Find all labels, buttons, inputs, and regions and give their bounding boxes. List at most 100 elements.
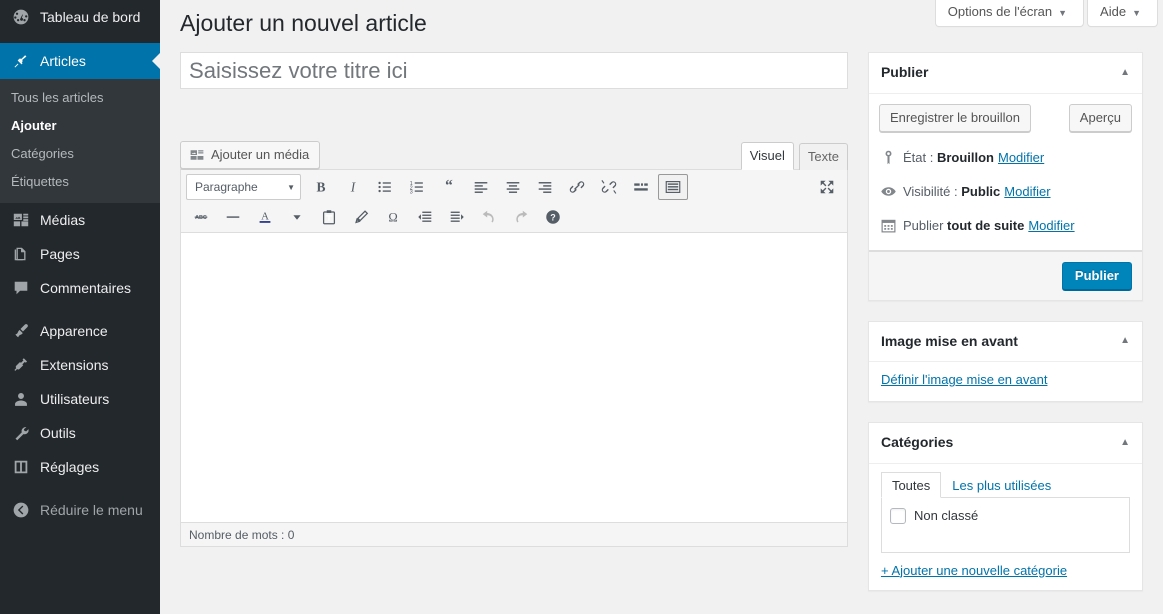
- align-center-icon[interactable]: [498, 174, 528, 200]
- post-title-input[interactable]: [180, 52, 848, 89]
- brush-icon: [11, 321, 31, 341]
- submenu-item-add-new[interactable]: Ajouter: [0, 112, 160, 140]
- blockquote-icon[interactable]: “: [434, 174, 464, 200]
- checkbox-icon[interactable]: [889, 507, 906, 524]
- align-left-icon[interactable]: [466, 174, 496, 200]
- clear-formatting-icon[interactable]: [346, 204, 376, 230]
- kitchen-sink-icon[interactable]: [658, 174, 688, 200]
- text-color-caret-icon[interactable]: [282, 204, 312, 230]
- sidebar-item-plugins[interactable]: Extensions: [0, 348, 160, 382]
- word-count-status: Nombre de mots : 0: [181, 522, 847, 546]
- post-body-content: Ajouter un média Visuel Texte: [180, 52, 848, 547]
- bold-icon[interactable]: B: [306, 174, 336, 200]
- sidebar-item-appearance[interactable]: Apparence: [0, 314, 160, 348]
- comment-icon: [11, 278, 31, 298]
- fullscreen-icon[interactable]: [812, 174, 842, 200]
- chevron-up-icon[interactable]: ▲: [1120, 66, 1130, 80]
- settings-icon: [11, 457, 31, 477]
- tab-text[interactable]: Texte: [798, 143, 848, 170]
- add-new-category-link[interactable]: + Ajouter une nouvelle catégorie: [881, 563, 1067, 578]
- strikethrough-icon[interactable]: ABC: [186, 204, 216, 230]
- submenu-item-categories[interactable]: Catégories: [0, 140, 160, 168]
- help-button[interactable]: Aide ▼: [1087, 0, 1158, 27]
- italic-icon[interactable]: I: [338, 174, 368, 200]
- sidebar-item-label: Utilisateurs: [40, 391, 110, 407]
- calendar-icon: [879, 216, 899, 236]
- post-status-icon: [879, 148, 899, 168]
- edit-visibility-link[interactable]: Modifier: [1004, 183, 1050, 201]
- indent-icon[interactable]: [442, 204, 472, 230]
- screen-options-label: Options de l'écran: [947, 4, 1053, 19]
- editor-container: Paragraphe ▼ B I 1 2 3 “ ABC A Ω ? Nombr…: [180, 169, 848, 547]
- sidebar-item-settings[interactable]: Réglages: [0, 450, 160, 484]
- editor-content-area[interactable]: [181, 233, 847, 522]
- misc-publishing-actions: État : Brouillon Modifier Visibilité : P…: [879, 142, 1132, 250]
- sidebar-item-collapse[interactable]: Réduire le menu: [0, 493, 160, 527]
- horizontal-rule-icon[interactable]: [218, 204, 248, 230]
- edit-status-link[interactable]: Modifier: [998, 149, 1044, 167]
- set-featured-image-link[interactable]: Définir l'image mise en avant: [881, 372, 1048, 387]
- numbered-list-icon[interactable]: 123: [402, 174, 432, 200]
- publish-box-header[interactable]: Publier ▲: [868, 53, 1142, 94]
- format-select[interactable]: Paragraphe ▼: [186, 174, 301, 200]
- editor-mode-tabs: Visuel Texte: [736, 142, 848, 170]
- link-icon[interactable]: [562, 174, 592, 200]
- edit-schedule-link[interactable]: Modifier: [1028, 217, 1074, 235]
- sidebar-item-dashboard[interactable]: Tableau de bord: [0, 0, 160, 34]
- undo-icon[interactable]: [474, 204, 504, 230]
- svg-text:B: B: [316, 180, 325, 195]
- svg-text:?: ?: [550, 213, 556, 223]
- minor-publishing-actions: Enregistrer le brouillon Aperçu: [878, 103, 1132, 142]
- sidebar-item-pages[interactable]: Pages: [0, 237, 160, 271]
- post-status-row: État : Brouillon Modifier: [879, 142, 1132, 176]
- publish-button[interactable]: Publier: [1061, 261, 1132, 290]
- tab-all-categories[interactable]: Toutes: [880, 471, 942, 498]
- category-item-uncategorized[interactable]: Non classé: [889, 507, 1121, 524]
- add-media-button[interactable]: Ajouter un média: [180, 141, 321, 169]
- post-editor-layout: Ajouter un média Visuel Texte: [180, 52, 1143, 611]
- sidebar-item-tools[interactable]: Outils: [0, 416, 160, 450]
- align-right-icon[interactable]: [530, 174, 560, 200]
- categories-tabs: Toutes Les plus utilisées: [880, 471, 1130, 498]
- sidebar-item-label: Réduire le menu: [40, 502, 143, 518]
- sidebar-item-comments[interactable]: Commentaires: [0, 271, 160, 305]
- sidebar-item-posts[interactable]: Articles: [0, 43, 160, 79]
- categories-box-header[interactable]: Catégories ▲: [868, 423, 1142, 464]
- unlink-icon[interactable]: [594, 174, 624, 200]
- tab-most-used-categories[interactable]: Les plus utilisées: [941, 472, 1062, 498]
- text-color-icon[interactable]: A: [250, 204, 280, 230]
- chevron-up-icon[interactable]: ▲: [1120, 436, 1130, 450]
- read-more-icon[interactable]: [626, 174, 656, 200]
- preview-button[interactable]: Aperçu: [1068, 103, 1132, 132]
- format-select-value: Paragraphe: [195, 180, 258, 194]
- outdent-icon[interactable]: [410, 204, 440, 230]
- redo-icon[interactable]: [506, 204, 536, 230]
- minor-publishing: Enregistrer le brouillon Aperçu État : B…: [868, 94, 1142, 251]
- editor-wrap: Ajouter un média Visuel Texte Paragraphe…: [180, 135, 848, 547]
- keyboard-shortcuts-icon[interactable]: ?: [538, 204, 568, 230]
- pages-icon: [11, 244, 31, 264]
- editor-toolbar-row-1: Paragraphe ▼ B I 1 2 3 “: [183, 172, 845, 202]
- featured-image-box-header[interactable]: Image mise en avant ▲: [868, 322, 1142, 363]
- post-visibility-label: Visibilité :: [902, 183, 958, 199]
- save-draft-button[interactable]: Enregistrer le brouillon: [878, 103, 1032, 132]
- major-publishing-actions: Publier: [868, 250, 1142, 300]
- screen-meta-links: Options de l'écran ▼ Aide ▼: [934, 0, 1158, 27]
- sidebar-item-label: Articles: [40, 53, 86, 69]
- categories-box-inside: Toutes Les plus utilisées Non classé + A…: [869, 471, 1142, 590]
- paste-as-text-icon[interactable]: [314, 204, 344, 230]
- menu-separator: [0, 34, 160, 43]
- screen-options-button[interactable]: Options de l'écran ▼: [934, 0, 1085, 27]
- submenu-item-all-posts[interactable]: Tous les articles: [0, 84, 160, 112]
- media-icon: [189, 147, 205, 163]
- editor-toolbar-group: Paragraphe ▼ B I 1 2 3 “ ABC A Ω ?: [181, 170, 847, 233]
- sidebar-item-users[interactable]: Utilisateurs: [0, 382, 160, 416]
- sidebar-item-media[interactable]: Médias: [0, 203, 160, 237]
- bulleted-list-icon[interactable]: [370, 174, 400, 200]
- post-schedule-row: Publier tout de suite Modifier: [879, 210, 1132, 244]
- special-character-icon[interactable]: Ω: [378, 204, 408, 230]
- tab-visual[interactable]: Visuel: [740, 142, 794, 170]
- sidebar-item-label: Médias: [40, 212, 86, 228]
- chevron-up-icon[interactable]: ▲: [1120, 334, 1130, 348]
- submenu-item-tags[interactable]: Étiquettes: [0, 168, 160, 196]
